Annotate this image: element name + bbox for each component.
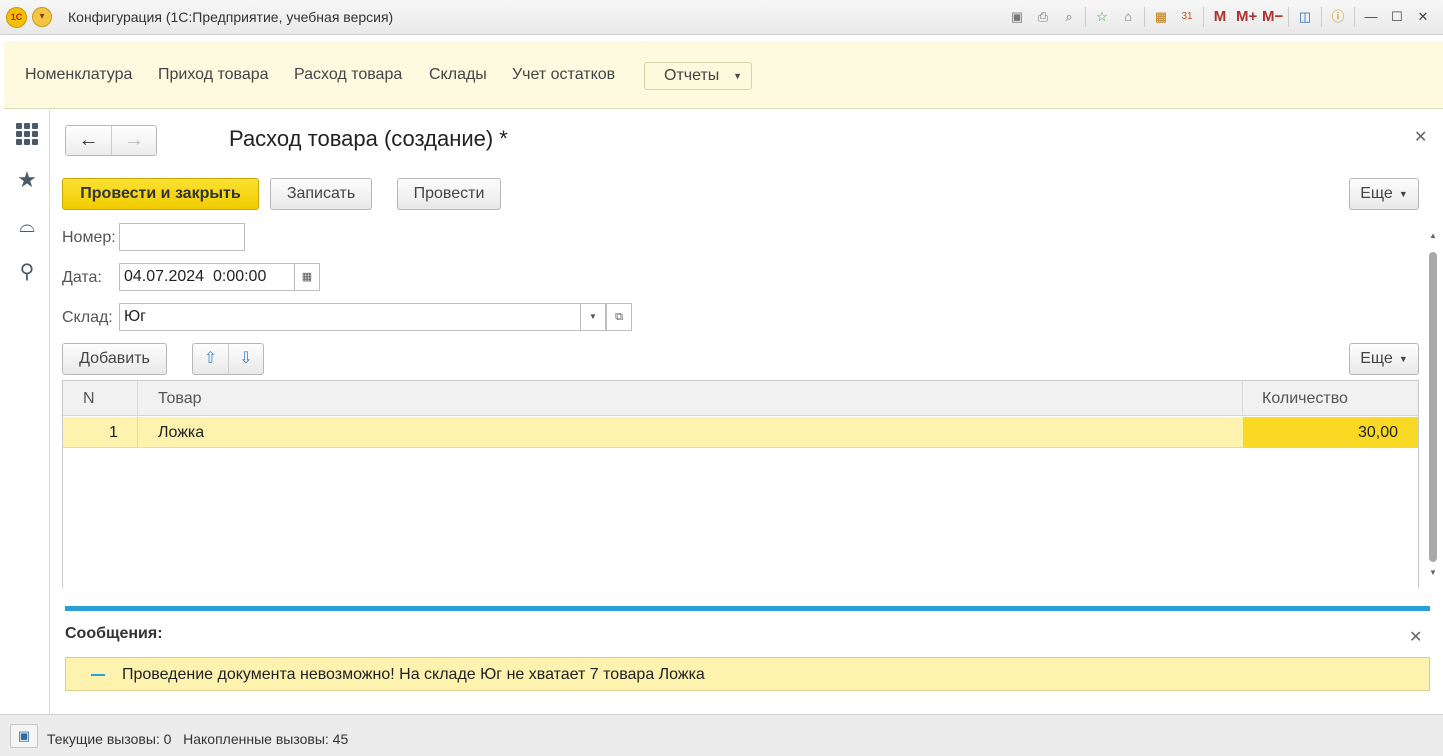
save-button[interactable]: Записать — [270, 178, 372, 210]
title-toolbar: ▣ ⎙ ⌕ ☆ ⌂ ▦ 31 M M+ M− ◫ ⓘ — ☐ ✕ — [1007, 6, 1433, 28]
section-goods-expense[interactable]: Расход товара — [294, 66, 402, 84]
column-header-n[interactable]: N — [83, 381, 95, 416]
reports-dropdown[interactable]: Отчеты ▼ — [644, 62, 752, 90]
column-header-product[interactable]: Товар — [158, 381, 202, 416]
memory-minus-button[interactable]: M− — [1262, 7, 1283, 27]
history-icon[interactable]: ⌓ — [15, 214, 39, 238]
section-warehouses[interactable]: Склады — [429, 66, 487, 84]
scroll-up-icon[interactable]: ▲ — [1429, 231, 1437, 240]
scroll-thumb[interactable] — [1429, 252, 1437, 562]
preview-icon[interactable]: ⌕ — [1059, 7, 1079, 27]
messages-title: Сообщения: — [65, 625, 163, 642]
chevron-down-icon: ▼ — [1398, 354, 1408, 364]
forward-arrow-icon[interactable]: → — [110, 126, 156, 155]
message-marker-icon — [91, 674, 105, 676]
title-bar: 1C ▾ Конфигурация (1С:Предприятие, учебн… — [0, 0, 1443, 35]
date-field[interactable]: 04.07.2024 0:00:00 ▦ — [119, 263, 320, 291]
chevron-down-icon: ▼ — [1398, 189, 1408, 199]
warehouse-field[interactable]: Юг ▼ ⧉ — [119, 303, 632, 331]
reports-label: Отчеты — [664, 67, 720, 84]
toolbar-divider — [1354, 7, 1355, 27]
row-product: Ложка — [158, 424, 205, 441]
toolbar-divider — [1288, 7, 1289, 27]
add-row-button[interactable]: Добавить — [62, 343, 167, 375]
warehouse-label: Склад: — [62, 309, 113, 326]
form-close-icon[interactable]: ✕ — [1414, 127, 1427, 147]
server-calls-icon[interactable]: ▣ — [10, 724, 38, 748]
table-more-label: Еще — [1360, 350, 1393, 368]
star-icon[interactable]: ★ — [15, 168, 39, 192]
scroll-down-icon[interactable]: ▼ — [1429, 568, 1437, 577]
warehouse-value: Юг — [124, 308, 146, 325]
favorites-add-icon[interactable]: ☆ — [1092, 7, 1112, 27]
close-icon[interactable]: ✕ — [1413, 7, 1433, 27]
minimize-icon[interactable]: — — [1361, 7, 1381, 27]
main-menu-button[interactable]: ▾ — [32, 7, 52, 27]
toolbar-divider — [1144, 7, 1145, 27]
memory-m-button[interactable]: M — [1210, 7, 1230, 27]
move-down-icon[interactable]: ⇩ — [228, 344, 263, 374]
date-label: Дата: — [62, 269, 102, 286]
row-quantity-cell[interactable]: 30,00 — [1243, 417, 1418, 448]
status-bar: ▣ Текущие вызовы: 0 Накопленные вызовы: … — [0, 714, 1443, 756]
section-stock-accounting[interactable]: Учет остатков — [512, 66, 615, 84]
calculator-icon[interactable]: ▦ — [1151, 7, 1171, 27]
section-goods-receipt[interactable]: Приход товара — [158, 66, 269, 84]
toolbar-divider — [1321, 7, 1322, 27]
post-button[interactable]: Провести — [397, 178, 501, 210]
print-icon[interactable]: ⎙ — [1033, 7, 1053, 27]
form-title: Расход товара (создание) * — [229, 126, 508, 151]
calendar-icon[interactable]: ▦ — [294, 263, 320, 291]
message-text: Проведение документа невозможно! На скла… — [122, 666, 705, 683]
memory-plus-button[interactable]: M+ — [1236, 7, 1257, 27]
table-more-button[interactable]: Еще ▼ — [1349, 343, 1419, 375]
date-value: 04.07.2024 0:00:00 — [124, 268, 267, 285]
messages-close-icon[interactable]: ✕ — [1409, 627, 1422, 647]
post-and-close-button[interactable]: Провести и закрыть — [62, 178, 259, 210]
table-row[interactable]: 1 Ложка 30,00 — [63, 417, 1418, 448]
form-scrollbar[interactable]: ▲ ▼ — [1427, 228, 1439, 580]
message-item[interactable]: Проведение документа невозможно! На скла… — [65, 657, 1430, 691]
apps-grid-icon[interactable] — [15, 122, 39, 146]
move-buttons: ⇧ ⇩ — [192, 343, 264, 375]
toolbar-divider — [1085, 7, 1086, 27]
open-icon[interactable]: ⧉ — [606, 303, 632, 331]
number-label: Номер: — [62, 229, 116, 246]
messages-divider — [65, 606, 1430, 611]
panel-icon[interactable]: ◫ — [1295, 7, 1315, 27]
table-header: N Товар Количество — [63, 381, 1418, 416]
column-divider — [137, 417, 138, 448]
nav-buttons: ← → — [65, 125, 157, 156]
row-quantity: 30,00 — [1357, 424, 1398, 441]
favorites-icon[interactable]: ⌂ — [1118, 7, 1138, 27]
back-arrow-icon[interactable]: ← — [66, 126, 111, 155]
info-icon[interactable]: ⓘ — [1328, 7, 1348, 27]
sections-panel: Номенклатура Приход товара Расход товара… — [4, 41, 1443, 109]
toolbar-divider — [1203, 7, 1204, 27]
more-button[interactable]: Еще ▼ — [1349, 178, 1419, 210]
more-label: Еще — [1360, 185, 1393, 203]
column-divider — [137, 381, 138, 416]
column-header-quantity[interactable]: Количество — [1262, 381, 1348, 416]
maximize-icon[interactable]: ☐ — [1387, 7, 1407, 27]
search-icon[interactable]: ⚲ — [15, 260, 39, 284]
save-icon[interactable]: ▣ — [1007, 7, 1027, 27]
window-title: Конфигурация (1С:Предприятие, учебная ве… — [68, 9, 394, 25]
chevron-down-icon[interactable]: ▼ — [580, 303, 606, 331]
status-text: Текущие вызовы: 0 Накопленные вызовы: 45 — [47, 731, 349, 747]
row-number: 1 — [109, 424, 118, 441]
section-nomenclature[interactable]: Номенклатура — [25, 66, 132, 84]
move-up-icon[interactable]: ⇧ — [193, 344, 228, 374]
chevron-down-icon: ▼ — [733, 71, 742, 81]
number-field[interactable] — [119, 223, 245, 251]
app-logo-icon: 1C — [6, 7, 27, 28]
sidebar: ★ ⌓ ⚲ — [0, 110, 50, 714]
calendar-icon[interactable]: 31 — [1177, 7, 1197, 27]
column-divider — [1242, 381, 1243, 416]
goods-table[interactable]: N Товар Количество 1 Ложка 30,00 — [62, 380, 1419, 588]
